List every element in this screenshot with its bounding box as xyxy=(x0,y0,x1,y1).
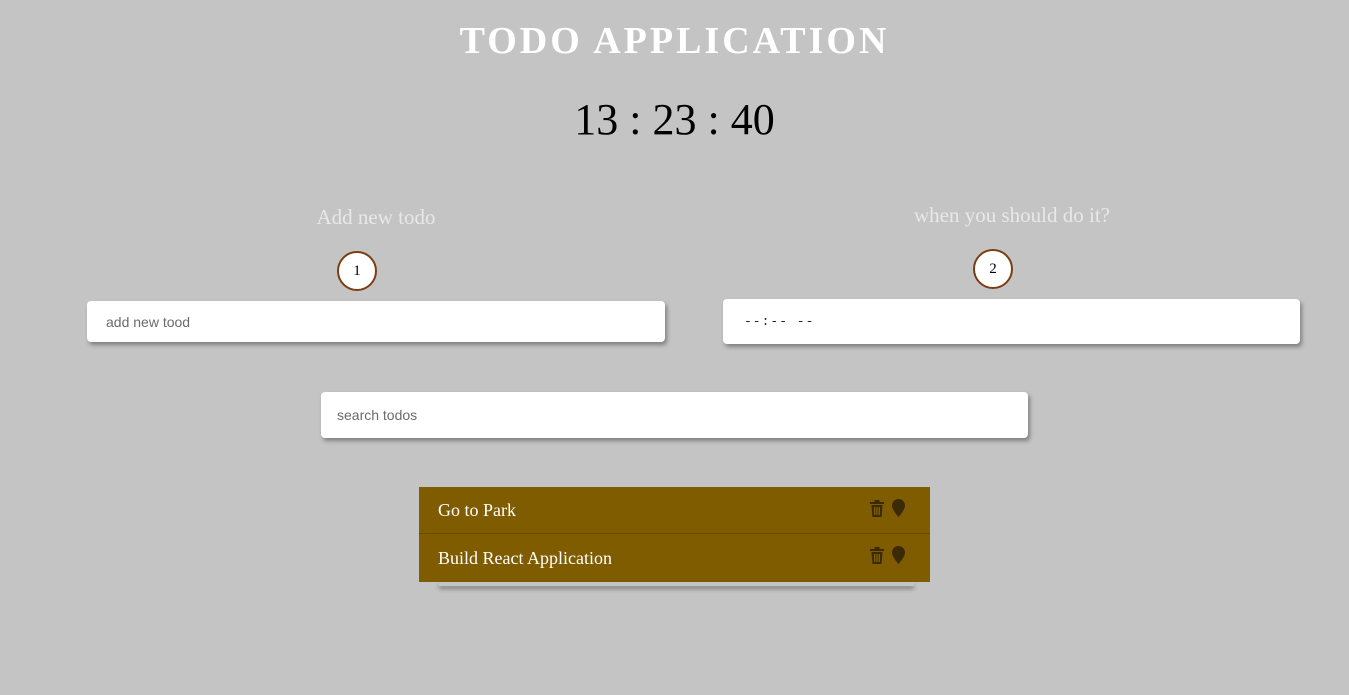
trash-icon[interactable] xyxy=(870,546,884,564)
todo-text: Go to Park xyxy=(438,499,516,520)
search-input[interactable] xyxy=(321,392,1028,438)
todo-text: Build React Application xyxy=(438,547,612,568)
todo-actions xyxy=(870,546,905,564)
todo-list: Go to Park Build React Application xyxy=(419,487,930,582)
time-input[interactable]: --:-- -- xyxy=(723,299,1300,344)
todo-item[interactable]: Go to Park xyxy=(419,487,930,534)
trash-icon[interactable] xyxy=(870,499,884,517)
app-title: TODO APPLICATION xyxy=(459,20,890,62)
step-two-badge: 2 xyxy=(973,249,1013,289)
schedule-label: when you should do it? xyxy=(914,203,1110,227)
add-todo-label: Add new todo xyxy=(316,205,436,229)
step-one-badge: 1 xyxy=(337,251,377,291)
time-input-value: --:-- -- xyxy=(744,314,815,329)
todo-actions xyxy=(870,499,905,517)
map-marker-icon[interactable] xyxy=(892,546,905,564)
todo-item[interactable]: Build React Application xyxy=(419,534,930,582)
map-marker-icon[interactable] xyxy=(892,499,905,517)
new-todo-input[interactable] xyxy=(87,301,665,342)
clock: 13 : 23 : 40 xyxy=(574,95,775,144)
